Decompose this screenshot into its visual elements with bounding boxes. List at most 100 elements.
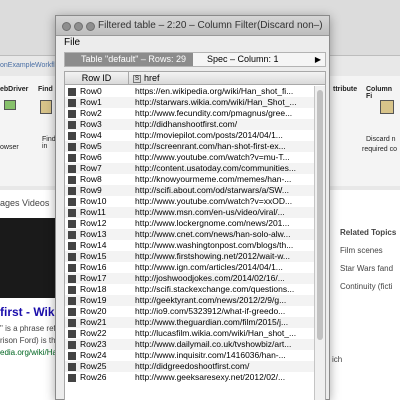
tab-scroll-right-icon[interactable]: ▶: [315, 55, 321, 64]
table-row[interactable]: Row21 http://www.theguardian.com/film/201…: [65, 317, 315, 328]
row-icon: [68, 143, 76, 151]
row-icon: [68, 231, 76, 239]
column-header-href-label: href: [144, 73, 160, 83]
row-id: Row14: [80, 240, 107, 250]
table-row[interactable]: Row11 http://www.msn.com/en-us/video/vira…: [65, 207, 315, 218]
filtered-table-dialog: Filtered table – 2:20 – Column Filter(Di…: [55, 15, 330, 400]
vertical-scrollbar[interactable]: [314, 86, 325, 400]
node-webdriver[interactable]: [4, 100, 16, 110]
row-href: http://www.washingtonpost.com/blogs/th..…: [135, 240, 294, 250]
row-id: Row22: [80, 328, 107, 338]
row-href: http://www.msn.com/en-us/video/viral/...: [135, 207, 285, 217]
row-icon: [68, 121, 76, 129]
row-href: http://moviepilot.com/posts/2014/04/1...: [135, 130, 283, 140]
menu-file[interactable]: File: [64, 37, 80, 48]
row-icon: [68, 297, 76, 305]
table-row[interactable]: Row5 http://screenrant.com/han-shot-first…: [65, 141, 315, 152]
column-header-rowid[interactable]: Row ID: [65, 72, 129, 85]
row-icon: [68, 253, 76, 261]
table-row[interactable]: Row18 http://scifi.stackexchange.com/ques…: [65, 284, 315, 295]
row-href: http://www.firstshowing.net/2012/wait-w.…: [135, 251, 290, 261]
table-row[interactable]: Row0 https://en.wikipedia.org/wiki/Han_sh…: [65, 86, 315, 97]
row-icon: [68, 319, 76, 327]
table-row[interactable]: Row24 http://www.inquisitr.com/1416036/ha…: [65, 350, 315, 361]
row-icon: [68, 275, 76, 283]
table-row[interactable]: Row13 http://www.cnet.com/news/han-solo-a…: [65, 229, 315, 240]
dialog-title: Filtered table – 2:20 – Column Filter(Di…: [98, 20, 323, 31]
table-row[interactable]: Row6 http://www.youtube.com/watch?v=mu-T.…: [65, 152, 315, 163]
row-href: http://scifi.stackexchange.com/questions…: [135, 284, 295, 294]
table-row[interactable]: Row22 http://lucasfilm.wikia.com/wiki/Han…: [65, 328, 315, 339]
row-icon: [68, 209, 76, 217]
zoom-window-icon[interactable]: [86, 22, 95, 31]
row-id: Row3: [80, 119, 102, 129]
result-title[interactable]: first - Wiki: [0, 305, 58, 319]
row-href: http://www.ign.com/articles/2014/04/1...: [135, 262, 283, 272]
row-id: Row2: [80, 108, 102, 118]
video-thumbnail[interactable]: [0, 218, 60, 298]
table-row[interactable]: Row7 http://content.usatoday.com/communit…: [65, 163, 315, 174]
row-href: https://en.wikipedia.org/wiki/Han_shot_f…: [135, 86, 294, 96]
close-window-icon[interactable]: [62, 22, 71, 31]
tab-table-default[interactable]: Table "default" – Rows: 29: [65, 53, 193, 66]
row-id: Row5: [80, 141, 102, 151]
row-id: Row26: [80, 372, 107, 382]
scrollbar-thumb[interactable]: [317, 90, 323, 340]
table-row[interactable]: Row20 http://io9.com/5323912/what-if-gree…: [65, 306, 315, 317]
related-topic-3[interactable]: Continuity (ficti: [340, 282, 392, 291]
node-label-attribute: ttribute: [333, 86, 358, 93]
row-href: http://www.lockergnome.com/news/201...: [135, 218, 290, 228]
row-icon: [68, 198, 76, 206]
minimize-window-icon[interactable]: [74, 22, 83, 31]
row-id: Row4: [80, 130, 102, 140]
table-row[interactable]: Row4 http://moviepilot.com/posts/2014/04/…: [65, 130, 315, 141]
table-row[interactable]: Row9 http://scifi.about.com/od/starwars/a…: [65, 185, 315, 196]
table-row[interactable]: Row10 http://www.youtube.com/watch?v=xxOD…: [65, 196, 315, 207]
table-row[interactable]: Row17 http://joshwoodjokes.com/2014/02/16…: [65, 273, 315, 284]
dialog-titlebar[interactable]: Filtered table – 2:20 – Column Filter(Di…: [56, 16, 329, 36]
table-row[interactable]: Row3 http://didhanshootfirst.com/: [65, 119, 315, 130]
data-table: Row ID Shref Row0 https://en.wikipedia.or…: [64, 71, 326, 400]
table-row[interactable]: Row19 http://geektyrant.com/news/2012/2/9…: [65, 295, 315, 306]
row-icon: [68, 330, 76, 338]
row-icon: [68, 220, 76, 228]
related-topic-1[interactable]: Film scenes: [340, 246, 383, 255]
string-type-icon: S: [133, 74, 141, 83]
table-row[interactable]: Row23 http://www.dailymail.co.uk/tvshowbi…: [65, 339, 315, 350]
search-tabs[interactable]: ages Videos: [0, 198, 49, 208]
table-row[interactable]: Row2 http://www.fecundity.com/pmagnus/gre…: [65, 108, 315, 119]
row-id: Row11: [80, 207, 106, 217]
table-row[interactable]: Row1 http://starwars.wikia.com/wiki/Han_S…: [65, 97, 315, 108]
result-snippet-right: ich: [332, 355, 343, 364]
node-find[interactable]: [40, 100, 52, 114]
row-id: Row1: [80, 97, 102, 107]
node-column-filter[interactable]: [380, 100, 394, 114]
row-id: Row13: [80, 229, 107, 239]
table-row[interactable]: Row15 http://www.firstshowing.net/2012/wa…: [65, 251, 315, 262]
row-id: Row17: [80, 273, 107, 283]
row-icon: [68, 176, 76, 184]
table-row[interactable]: Row25 http://didgreedoshootfirst.com/: [65, 361, 315, 372]
column-header-href[interactable]: Shref: [131, 72, 311, 85]
table-row[interactable]: Row16 http://www.ign.com/articles/2014/04…: [65, 262, 315, 273]
table-row[interactable]: Row26 http://www.geeksaresexy.net/2012/02…: [65, 372, 315, 383]
row-href: http://knowyourmeme.com/memes/han-...: [135, 174, 292, 184]
row-icon: [68, 341, 76, 349]
table-row[interactable]: Row12 http://www.lockergnome.com/news/201…: [65, 218, 315, 229]
table-row[interactable]: Row14 http://www.washingtonpost.com/blogs…: [65, 240, 315, 251]
node-caption-column-filter-2: required co: [362, 146, 398, 153]
row-id: Row15: [80, 251, 107, 261]
node-label-webdriver: ebDriver: [0, 86, 29, 93]
row-href: http://starwars.wikia.com/wiki/Han_Shot_…: [135, 97, 297, 107]
node-caption-find: Find in: [42, 136, 56, 150]
related-topic-2[interactable]: Star Wars fand: [340, 264, 393, 273]
row-icon: [68, 242, 76, 250]
table-body: Row0 https://en.wikipedia.org/wiki/Han_sh…: [65, 86, 315, 383]
row-icon: [68, 154, 76, 162]
row-id: Row18: [80, 284, 107, 294]
tab-spec-column[interactable]: Spec – Column: 1: [207, 53, 279, 66]
row-id: Row7: [80, 163, 102, 173]
workflow-tab[interactable]: onExampleWorkflo: [0, 62, 60, 72]
table-row[interactable]: Row8 http://knowyourmeme.com/memes/han-..…: [65, 174, 315, 185]
row-id: Row24: [80, 350, 107, 360]
